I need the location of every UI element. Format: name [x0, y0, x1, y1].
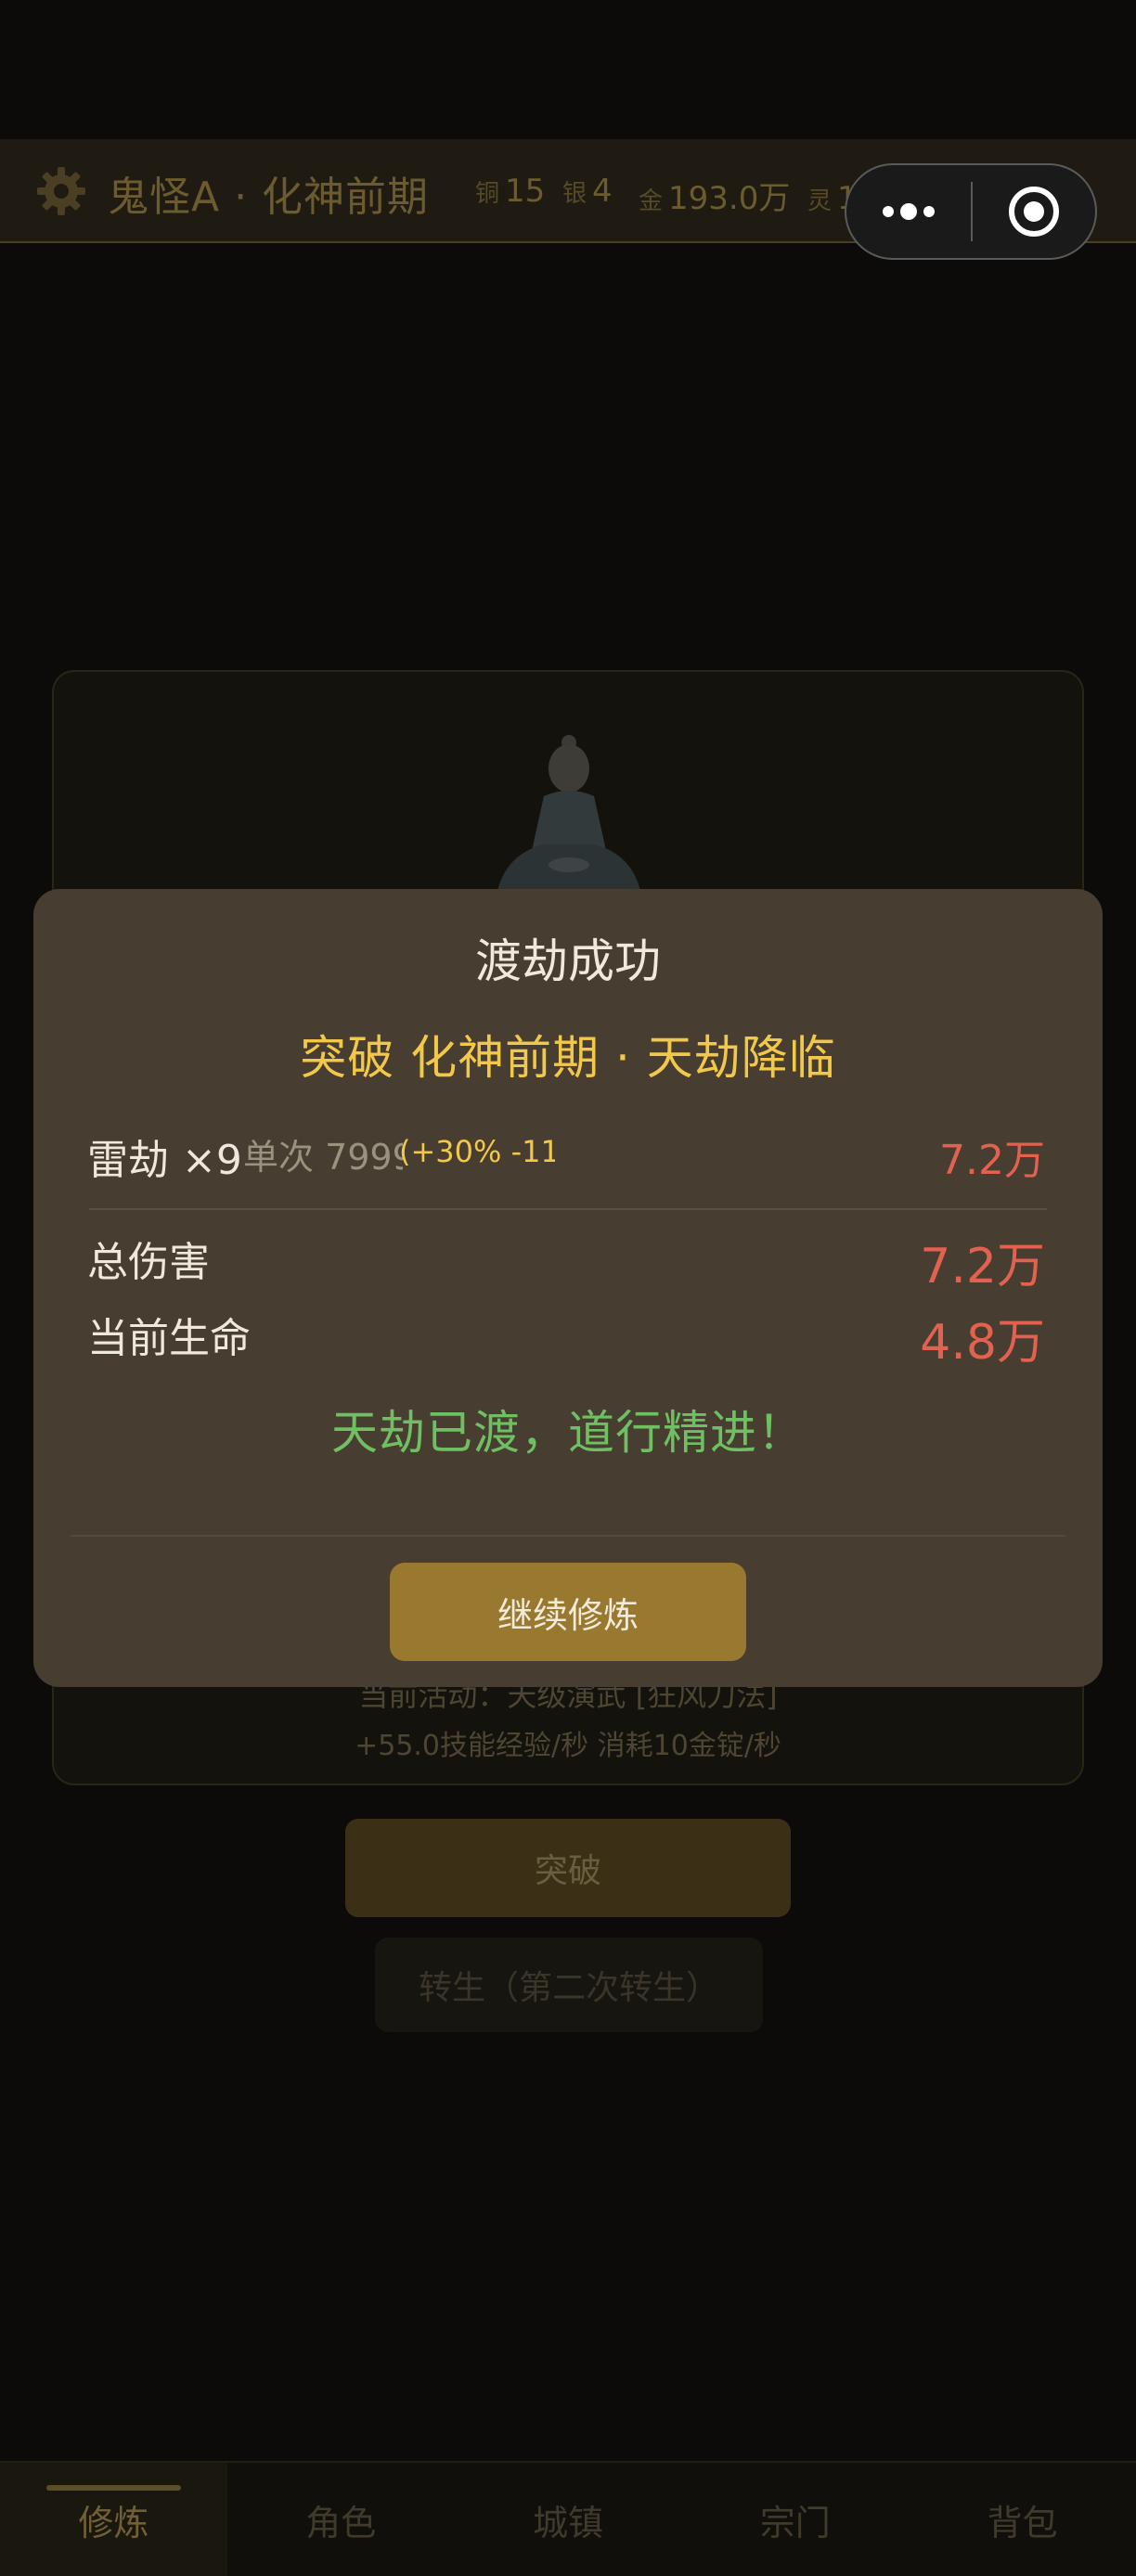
dialog-title: 渡劫成功	[475, 934, 661, 988]
current-hp-label: 当前生命	[87, 1315, 251, 1362]
total-damage-label: 总伤害	[87, 1239, 210, 1286]
continue-cultivation-button[interactable]: 继续修炼	[390, 1563, 746, 1661]
single-hit-damage: 单次 7999	[243, 1137, 403, 1178]
current-hp-value: 4.8万	[920, 1315, 1045, 1371]
thunder-damage-value: 7.2万	[939, 1137, 1045, 1184]
tribulation-result-dialog: 渡劫成功 突破 化神前期 · 天劫降临 雷劫 ×9 单次 7999 (+30% …	[33, 889, 1103, 1687]
game-screen: 鬼怪A · 化神前期 铜15 银4 金193.0万 灵1.2万	[0, 0, 1136, 2576]
breakthrough-subtitle: 突破 化神前期 · 天劫降临	[300, 1031, 836, 1085]
tribulation-status-message: 天劫已渡，道行精进！	[331, 1406, 805, 1460]
row-divider	[89, 1208, 1047, 1210]
thunder-count-label: 雷劫 ×9	[87, 1137, 242, 1184]
total-damage-value: 7.2万	[920, 1239, 1045, 1294]
damage-modifier: (+30% -110	[399, 1134, 555, 1169]
footer-divider	[71, 1535, 1065, 1537]
